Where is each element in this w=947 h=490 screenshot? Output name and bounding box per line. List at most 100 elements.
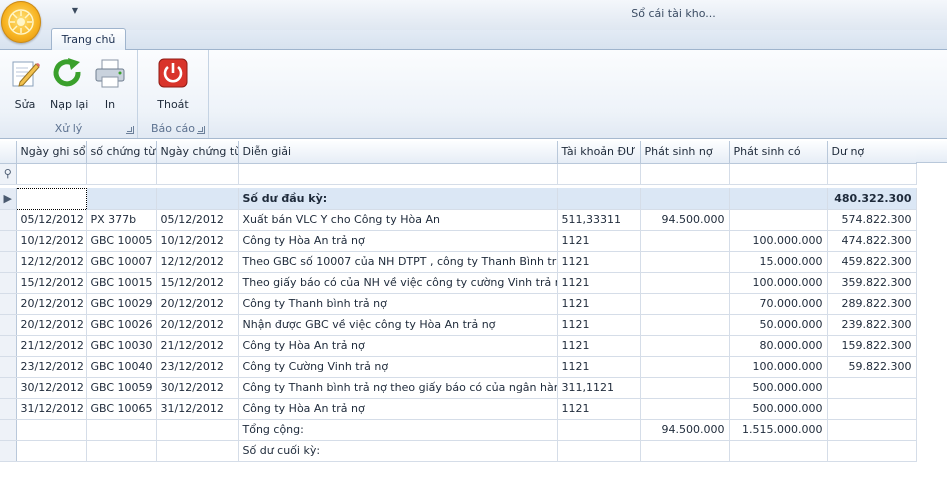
edit-button[interactable]: Sửa	[8, 56, 42, 111]
voucher-date-cell[interactable]: 31/12/2012	[156, 398, 239, 420]
posting-date-cell[interactable]: 21/12/2012	[16, 335, 87, 357]
voucher-no-cell[interactable]: GBC 10065	[86, 398, 157, 420]
tab-home[interactable]: Trang chủ	[51, 28, 126, 50]
voucher-no-cell[interactable]: GBC 10040	[86, 356, 157, 378]
credit-cell[interactable]: 70.000.000	[729, 293, 828, 315]
table-cell[interactable]	[640, 440, 730, 462]
balance-cell[interactable]: 59.822.300	[827, 356, 917, 378]
credit-cell[interactable]: 100.000.000	[729, 230, 828, 252]
column-header-credit[interactable]: Phát sinh có	[729, 141, 828, 164]
contra-account-cell[interactable]: 1121	[557, 251, 641, 273]
table-cell[interactable]	[156, 419, 239, 441]
table-cell[interactable]	[156, 188, 239, 210]
column-header-voucher-no[interactable]: số chứng từ	[86, 141, 157, 164]
filter-cell[interactable]	[238, 163, 558, 185]
focused-cell[interactable]	[15, 187, 87, 210]
balance-cell[interactable]	[827, 398, 917, 420]
table-row[interactable]: 05/12/2012 PX 377b 05/12/2012 Xuất bán VLC …	[0, 209, 917, 231]
filter-cell[interactable]	[557, 163, 641, 185]
voucher-date-cell[interactable]: 30/12/2012	[156, 377, 239, 399]
table-row[interactable]: 23/12/2012 GBC 10040 23/12/2012 Công ty Cườ…	[0, 356, 917, 378]
filter-cell[interactable]	[729, 163, 828, 185]
description-cell[interactable]: Công ty Thanh bình trả nợ theo giấy báo …	[238, 377, 558, 399]
voucher-date-cell[interactable]: 15/12/2012	[156, 272, 239, 294]
voucher-no-cell[interactable]: PX 377b	[86, 209, 157, 231]
description-cell[interactable]: Công ty Hòa An trả nợ	[238, 230, 558, 252]
posting-date-cell[interactable]: 20/12/2012	[16, 314, 87, 336]
table-cell[interactable]	[827, 440, 917, 462]
voucher-date-cell[interactable]: 10/12/2012	[156, 230, 239, 252]
credit-cell[interactable]: 500.000.000	[729, 377, 828, 399]
description-cell[interactable]: Theo GBC số 10007 của NH DTPT , công ty …	[238, 251, 558, 273]
table-cell[interactable]	[640, 188, 730, 210]
debit-cell[interactable]	[640, 230, 730, 252]
table-cell[interactable]	[557, 419, 641, 441]
posting-date-cell[interactable]: 10/12/2012	[16, 230, 87, 252]
credit-cell[interactable]: 500.000.000	[729, 398, 828, 420]
contra-account-cell[interactable]: 1121	[557, 398, 641, 420]
table-row[interactable]: 31/12/2012 GBC 10065 31/12/2012 Công ty Hòa…	[0, 398, 917, 420]
description-cell[interactable]: Công ty Hòa An trả nợ	[238, 398, 558, 420]
voucher-no-cell[interactable]: GBC 10007	[86, 251, 157, 273]
filter-cell[interactable]	[827, 163, 917, 185]
description-cell[interactable]: Công ty Thanh bình trả nợ	[238, 293, 558, 315]
debit-cell[interactable]: 94.500.000	[640, 209, 730, 231]
debit-cell[interactable]	[640, 293, 730, 315]
voucher-no-cell[interactable]: GBC 10059	[86, 377, 157, 399]
column-header-description[interactable]: Diễn giải	[238, 141, 558, 164]
table-cell[interactable]	[156, 440, 239, 462]
debit-cell[interactable]	[640, 356, 730, 378]
voucher-no-cell[interactable]: GBC 10030	[86, 335, 157, 357]
voucher-date-cell[interactable]: 12/12/2012	[156, 251, 239, 273]
posting-date-cell[interactable]: 15/12/2012	[16, 272, 87, 294]
table-cell[interactable]	[827, 419, 917, 441]
voucher-date-cell[interactable]: 05/12/2012	[156, 209, 239, 231]
description-cell[interactable]: Nhận được GBC về việc công ty Hòa An trả…	[238, 314, 558, 336]
contra-account-cell[interactable]: 311,1121	[557, 377, 641, 399]
filter-cell[interactable]	[156, 163, 239, 185]
table-row[interactable]: 12/12/2012 GBC 10007 12/12/2012 Theo GBC số…	[0, 251, 917, 273]
table-cell[interactable]	[16, 440, 87, 462]
dialog-launcher-icon[interactable]	[126, 126, 134, 134]
balance-cell[interactable]: 474.822.300	[827, 230, 917, 252]
table-cell[interactable]	[729, 440, 828, 462]
description-cell[interactable]: Công ty Hòa An trả nợ	[238, 335, 558, 357]
balance-cell[interactable]: 459.822.300	[827, 251, 917, 273]
table-cell[interactable]	[557, 188, 641, 210]
dialog-launcher-icon[interactable]	[197, 126, 205, 134]
table-row[interactable]: 10/12/2012 GBC 10005 10/12/2012 Công ty Hòa…	[0, 230, 917, 252]
filter-cell[interactable]	[86, 163, 157, 185]
balance-cell[interactable]	[827, 377, 917, 399]
table-row[interactable]: 20/12/2012 GBC 10029 20/12/2012 Công ty Tha…	[0, 293, 917, 315]
table-row[interactable]: 21/12/2012 GBC 10030 21/12/2012 Công ty Hòa…	[0, 335, 917, 357]
balance-cell[interactable]: 289.822.300	[827, 293, 917, 315]
voucher-no-cell[interactable]: GBC 10005	[86, 230, 157, 252]
filter-cell[interactable]	[640, 163, 730, 185]
credit-cell[interactable]: 100.000.000	[729, 356, 828, 378]
column-header-debit[interactable]: Phát sinh nợ	[640, 141, 730, 164]
contra-account-cell[interactable]: 1121	[557, 335, 641, 357]
table-cell[interactable]	[86, 188, 157, 210]
table-cell[interactable]	[16, 419, 87, 441]
contra-account-cell[interactable]: 1121	[557, 293, 641, 315]
credit-cell[interactable]: 80.000.000	[729, 335, 828, 357]
debit-cell[interactable]	[640, 251, 730, 273]
table-cell[interactable]	[86, 419, 157, 441]
balance-cell[interactable]: 239.822.300	[827, 314, 917, 336]
application-menu-button[interactable]	[1, 1, 41, 43]
column-header-debit-balance[interactable]: Dư nợ	[827, 141, 917, 164]
table-cell[interactable]	[86, 440, 157, 462]
total-row[interactable]: Tổng cộng: 94.500.000 1.515.000.000	[0, 419, 917, 441]
contra-account-cell[interactable]: 1121	[557, 356, 641, 378]
voucher-no-cell[interactable]: GBC 10026	[86, 314, 157, 336]
debit-cell[interactable]	[640, 377, 730, 399]
contra-account-cell[interactable]: 1121	[557, 272, 641, 294]
table-row[interactable]: 30/12/2012 GBC 10059 30/12/2012 Công ty Tha…	[0, 377, 917, 399]
credit-cell[interactable]	[729, 209, 828, 231]
contra-account-cell[interactable]: 1121	[557, 230, 641, 252]
description-cell[interactable]: Xuất bán VLC Y cho Công ty Hòa An	[238, 209, 558, 231]
voucher-date-cell[interactable]: 21/12/2012	[156, 335, 239, 357]
reload-button[interactable]: Nạp lại	[50, 56, 88, 111]
column-header-posting-date[interactable]: Ngày ghi sổ	[16, 141, 87, 164]
debit-cell[interactable]	[640, 398, 730, 420]
